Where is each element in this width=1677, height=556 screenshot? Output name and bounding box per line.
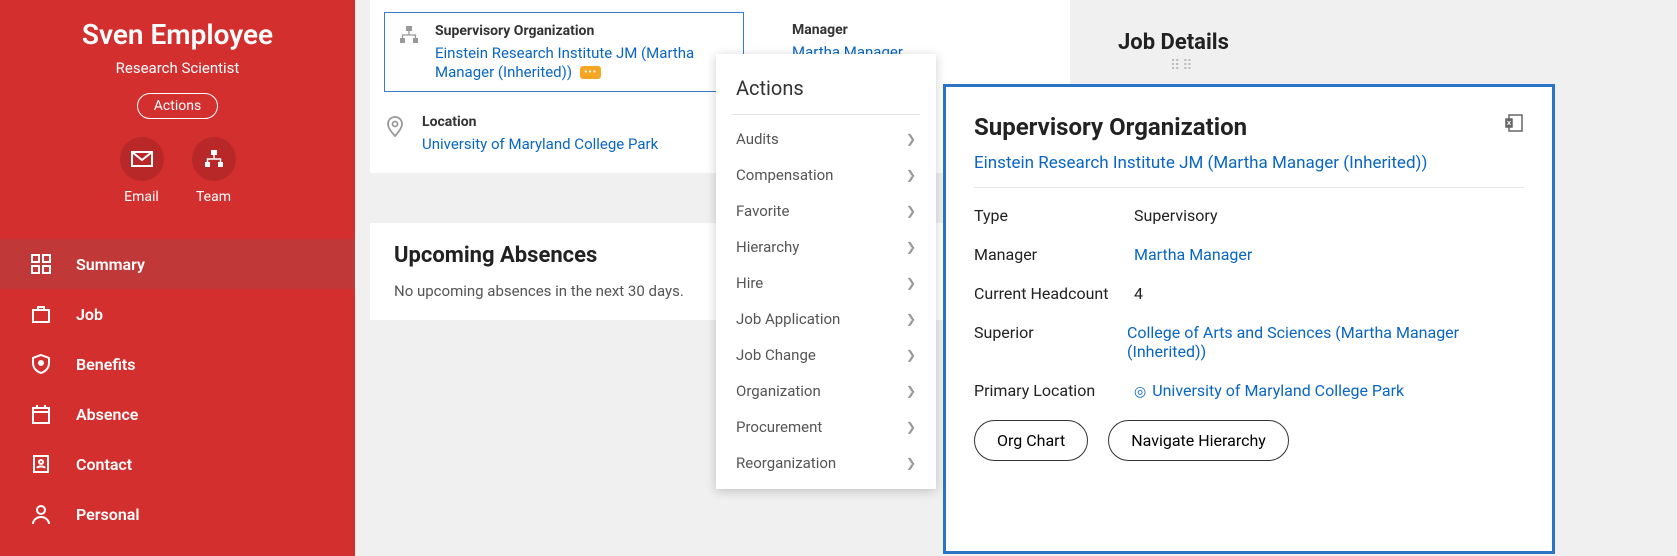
chevron-right-icon: ❯ — [906, 168, 916, 182]
action-item-favorite[interactable]: Favorite❯ — [716, 193, 936, 229]
action-item-hire[interactable]: Hire❯ — [716, 265, 936, 301]
email-label: Email — [124, 189, 159, 205]
primloc-key: Primary Location — [974, 381, 1134, 400]
sidebar-item-contact[interactable]: Contact — [0, 439, 355, 489]
profile-title: Research Scientist — [0, 59, 355, 77]
email-button[interactable]: Email — [120, 137, 164, 205]
chevron-right-icon: ❯ — [906, 204, 916, 218]
nav-label: Personal — [76, 505, 140, 524]
chevron-right-icon: ❯ — [906, 348, 916, 362]
sup-org-label: Supervisory Organization — [435, 23, 729, 39]
location-pin-icon — [386, 114, 408, 153]
sidebar-item-personal[interactable]: Personal — [0, 489, 355, 539]
detail-title: Supervisory Organization — [974, 113, 1247, 141]
sidebar-item-absence[interactable]: Absence — [0, 389, 355, 439]
chevron-right-icon: ❯ — [906, 132, 916, 146]
chevron-right-icon: ❯ — [906, 384, 916, 398]
sidebar-item-summary[interactable]: Summary — [0, 239, 355, 289]
chevron-right-icon: ❯ — [906, 312, 916, 326]
headcount-value: 4 — [1134, 284, 1143, 303]
location-pin-icon: ◎ — [1134, 384, 1146, 400]
action-item-job-application[interactable]: Job Application❯ — [716, 301, 936, 337]
chevron-right-icon: ❯ — [906, 240, 916, 254]
chevron-right-icon: ❯ — [906, 420, 916, 434]
action-item-compensation[interactable]: Compensation❯ — [716, 157, 936, 193]
org-icon — [399, 23, 421, 81]
nav-label: Absence — [76, 405, 138, 424]
supervisory-org-field[interactable]: Supervisory Organization Einstein Resear… — [384, 12, 744, 92]
person-icon — [30, 503, 52, 525]
briefcase-icon — [30, 303, 52, 325]
calendar-icon — [30, 403, 52, 425]
nav-label: Contact — [76, 455, 132, 474]
action-item-organization[interactable]: Organization❯ — [716, 373, 936, 409]
location-label: Location — [422, 114, 658, 130]
profile-sidebar: Sven Employee Research Scientist Actions… — [0, 0, 355, 556]
contact-icon — [30, 453, 52, 475]
chevron-right-icon: ❯ — [906, 276, 916, 290]
primloc-value-link[interactable]: ◎University of Maryland College Park — [1134, 381, 1404, 400]
chevron-right-icon: ❯ — [906, 456, 916, 470]
type-key: Type — [974, 206, 1134, 225]
actions-button[interactable]: Actions — [137, 93, 218, 119]
headcount-key: Current Headcount — [974, 284, 1134, 303]
sidebar-item-benefits[interactable]: Benefits — [0, 339, 355, 389]
export-excel-icon[interactable] — [1504, 113, 1524, 133]
dashboard-icon — [30, 253, 52, 275]
team-button[interactable]: Team — [192, 137, 236, 205]
type-value: Supervisory — [1134, 206, 1218, 225]
detail-org-link[interactable]: Einstein Research Institute JM (Martha M… — [974, 153, 1524, 173]
location-link[interactable]: University of Maryland College Park — [422, 135, 658, 153]
actions-menu-title: Actions — [716, 54, 936, 114]
nav-label: Benefits — [76, 355, 135, 374]
nav-label: Summary — [76, 255, 145, 274]
drag-handle-icon[interactable]: ⠿⠿ — [1170, 58, 1195, 74]
sidebar-nav: Summary Job Benefits Absence Contact Per… — [0, 239, 355, 539]
manager-value-link[interactable]: Martha Manager — [1134, 245, 1252, 264]
action-item-procurement[interactable]: Procurement❯ — [716, 409, 936, 445]
action-item-reorganization[interactable]: Reorganization❯ — [716, 445, 936, 481]
profile-name: Sven Employee — [0, 18, 355, 51]
action-item-audits[interactable]: Audits❯ — [716, 121, 936, 157]
nav-label: Job — [76, 305, 103, 324]
superior-value-link[interactable]: College of Arts and Sciences (Martha Man… — [1127, 323, 1524, 361]
action-item-job-change[interactable]: Job Change❯ — [716, 337, 936, 373]
superior-key: Superior — [974, 323, 1127, 361]
email-icon — [120, 137, 164, 181]
manager-label: Manager — [792, 22, 903, 38]
navigate-hierarchy-button[interactable]: Navigate Hierarchy — [1108, 420, 1289, 461]
team-label: Team — [196, 189, 231, 205]
actions-menu: Actions Audits❯ Compensation❯ Favorite❯ … — [716, 54, 936, 489]
action-item-hierarchy[interactable]: Hierarchy❯ — [716, 229, 936, 265]
manager-key: Manager — [974, 245, 1134, 264]
org-chart-button[interactable]: Org Chart — [974, 420, 1088, 461]
sup-org-link[interactable]: Einstein Research Institute JM (Martha M… — [435, 44, 694, 81]
job-details-heading: Job Details — [1118, 30, 1229, 55]
org-detail-panel: Supervisory Organization Einstein Resear… — [943, 84, 1555, 554]
team-icon — [192, 137, 236, 181]
related-actions-icon[interactable]: ••• — [580, 66, 601, 79]
shield-icon — [30, 353, 52, 375]
sidebar-item-job[interactable]: Job — [0, 289, 355, 339]
